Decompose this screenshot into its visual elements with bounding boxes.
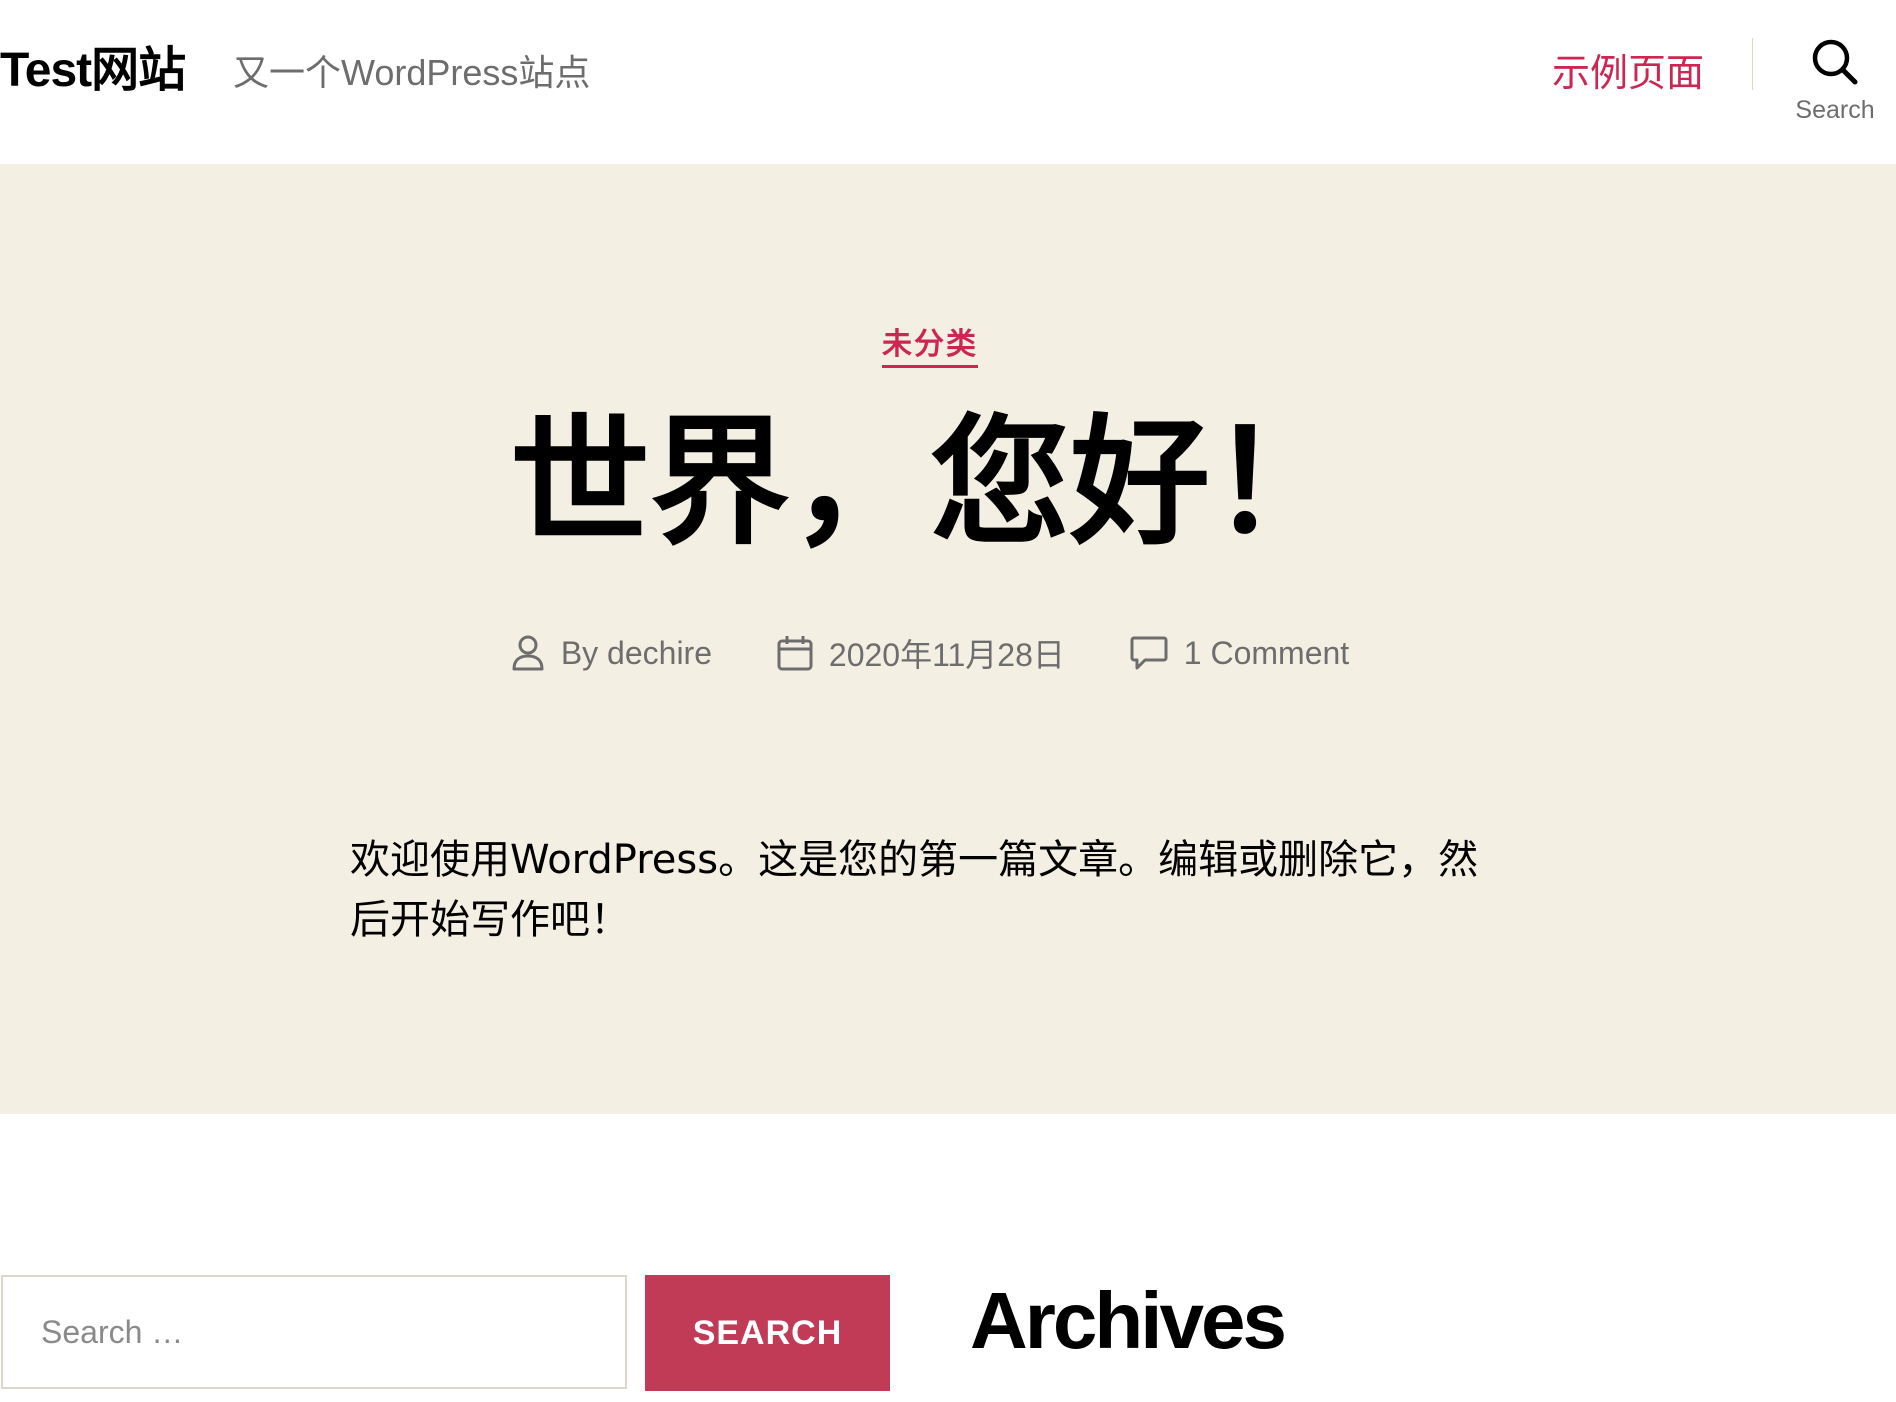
nav-item-sample-page[interactable]: 示例页面	[1552, 42, 1704, 97]
archives-widget-title: Archives	[970, 1276, 1287, 1365]
post-title: 世界，您好！	[509, 402, 1350, 565]
site-description: 又一个WordPress站点	[233, 52, 591, 93]
comment-icon	[1130, 636, 1168, 670]
post-meta: By dechire 2020年11月28日 1 Comment	[0, 630, 1860, 676]
search-submit-button[interactable]: Search	[645, 1275, 890, 1391]
search-input[interactable]	[1, 1275, 627, 1389]
post-author: By dechire	[511, 635, 712, 672]
post-category: 未分类	[0, 319, 1860, 368]
nav-divider	[1752, 38, 1753, 90]
search-toggle-button[interactable]: Search	[1780, 38, 1890, 138]
post-content: 欢迎使用WordPress。这是您的第一篇文章。编辑或删除它，然后开始写作吧！	[350, 837, 1479, 943]
date-link[interactable]: 2020年11月28日	[829, 630, 1065, 676]
category-link[interactable]: 未分类	[882, 328, 978, 368]
post-header: 未分类 世界，您好！ By dechire 2020年11月28日 1 Comm…	[0, 164, 1896, 1114]
user-icon	[512, 635, 544, 671]
search-toggle-label: Search	[1795, 96, 1875, 124]
post-comments: 1 Comment	[1130, 635, 1349, 672]
author-link[interactable]: By dechire	[561, 635, 712, 672]
search-icon	[1812, 39, 1858, 85]
calendar-icon	[777, 636, 813, 671]
comments-link[interactable]: 1 Comment	[1184, 635, 1349, 672]
post-date: 2020年11月28日	[777, 630, 1065, 676]
site-header: Test网站 又一个WordPress站点 示例页面 Search	[0, 0, 1896, 164]
site-title[interactable]: Test网站	[0, 30, 186, 100]
